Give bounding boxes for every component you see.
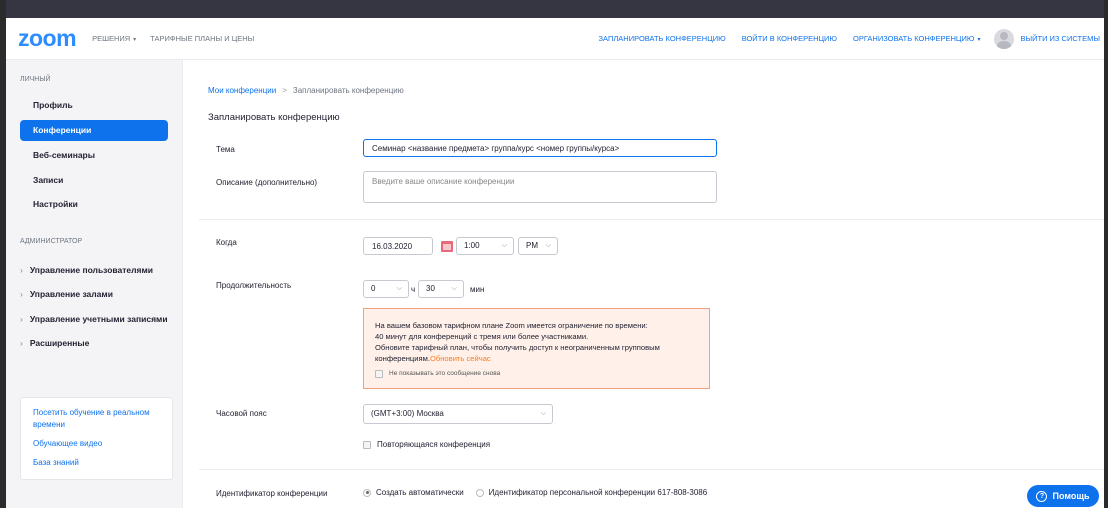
chevron-down-icon: ▾: [133, 37, 137, 43]
chevron-down-icon: ⌵: [451, 285, 457, 292]
meeting-id-auto-radio[interactable]: [363, 488, 371, 497]
nav-left-links: РЕШЕНИЯ ▾ ТАРИФНЫЕ ПЛАНЫ И ЦЕНЫ: [92, 34, 268, 43]
plan-limit-warning: На вашем базовом тарифном плане Zoom име…: [363, 308, 710, 389]
sidebar-item-settings[interactable]: Настройки: [20, 194, 168, 215]
warning-line-2: 40 минут для конференций с тремя или бол…: [375, 332, 589, 341]
chevron-down-icon: ⌵: [396, 285, 402, 292]
warning-line-1: На вашем базовом тарифном плане Zoom име…: [375, 321, 648, 330]
meeting-id-personal-label: Идентификатор персональной конференции 6…: [488, 488, 708, 497]
topic-label: Тема: [216, 145, 235, 154]
breadcrumb-my-meetings[interactable]: Мои конференции: [208, 86, 276, 95]
link-video-tutorials[interactable]: Обучающее видео: [33, 438, 160, 450]
nav-host-meeting-menu[interactable]: ОРГАНИЗОВАТЬ КОНФЕРЕНЦИЮ ▾: [853, 34, 980, 43]
meeting-id-personal-radio[interactable]: [475, 488, 484, 497]
section-divider: [199, 219, 1104, 220]
link-live-training[interactable]: Посетить обучение в реальном времени: [33, 407, 160, 431]
help-icon: ?: [1036, 490, 1048, 502]
meeting-id-options: Создать автоматически Идентификатор перс…: [363, 488, 707, 497]
sidebar-heading-personal: ЛИЧНЫЙ: [20, 76, 51, 83]
duration-hours-select[interactable]: 0 ⌵: [363, 280, 409, 298]
recurring-row: Повторяющаяся конференция: [363, 440, 490, 449]
nav-plans-pricing[interactable]: ТАРИФНЫЕ ПЛАНЫ И ЦЕНЫ: [150, 34, 254, 43]
breadcrumb: Мои конференции > Запланировать конференци…: [208, 86, 404, 95]
chevron-right-icon: ›: [20, 265, 23, 275]
chevron-down-icon: ⌵: [540, 410, 546, 417]
chevron-down-icon: ⌵: [501, 242, 507, 249]
help-label: Помощь: [1052, 491, 1090, 501]
dont-show-again-row: Не показывать это сообщение снова: [375, 368, 699, 379]
sidebar-item-meetings[interactable]: Конференции: [20, 120, 168, 141]
sidebar-item-advanced[interactable]: › Расширенные: [20, 338, 89, 348]
calendar-icon[interactable]: [441, 241, 453, 252]
sidebar-item-webinars[interactable]: Веб-семинары: [20, 145, 168, 166]
section-divider: [199, 469, 1104, 470]
duration-minutes-select[interactable]: 30 ⌵: [418, 280, 464, 298]
sidebar-item-user-management[interactable]: › Управление пользователями: [20, 265, 153, 275]
window-top-bar: [0, 0, 1108, 18]
sidebar-help-links: Посетить обучение в реальном времени Обу…: [20, 397, 173, 480]
sidebar: ЛИЧНЫЙ Профиль Конференции Веб-семинары …: [6, 60, 183, 508]
hours-unit: ч: [411, 285, 416, 294]
timezone-select[interactable]: (GMT+3:00) Москва ⌵: [363, 404, 553, 424]
avatar[interactable]: [994, 28, 1015, 49]
minutes-unit: мин: [470, 285, 485, 294]
timezone-label: Часовой пояс: [216, 409, 267, 418]
nav-schedule-meeting[interactable]: ЗАПЛАНИРОВАТЬ КОНФЕРЕНЦИЮ: [599, 34, 726, 43]
chevron-down-icon: ▾: [977, 37, 981, 43]
warning-line-3: Обновите тарифный план, чтобы получить д…: [375, 343, 660, 352]
help-button[interactable]: ? Помощь: [1027, 485, 1099, 507]
sidebar-item-account-management[interactable]: › Управление учетными записями: [20, 314, 168, 324]
main-content: Мои конференции > Запланировать конференци…: [183, 60, 1104, 508]
chevron-right-icon: ›: [20, 314, 23, 324]
sidebar-item-profile[interactable]: Профиль: [20, 95, 168, 116]
sidebar-heading-admin: АДМИНИСТРАТОР: [20, 238, 83, 245]
date-input[interactable]: [363, 237, 433, 255]
upgrade-now-link[interactable]: Обновить сейчас: [430, 354, 491, 363]
chevron-down-icon: ⌵: [545, 242, 551, 249]
sidebar-item-room-management[interactable]: › Управление залами: [20, 289, 113, 299]
nav-right-links: ЗАПЛАНИРОВАТЬ КОНФЕРЕНЦИЮ ВОЙТИ В КОНФЕР…: [583, 28, 1100, 49]
sidebar-item-recordings[interactable]: Записи: [20, 170, 168, 191]
meeting-id-auto-label: Создать автоматически: [376, 488, 464, 497]
top-navigation: zoom РЕШЕНИЯ ▾ ТАРИФНЫЕ ПЛАНЫ И ЦЕНЫ ЗАПЛ…: [6, 18, 1104, 60]
description-label: Описание (дополнительно): [216, 178, 318, 187]
dont-show-again-checkbox[interactable]: [375, 369, 383, 378]
nav-join-meeting[interactable]: ВОЙТИ В КОНФЕРЕНЦИЮ: [742, 34, 837, 43]
window-right-border: [1104, 0, 1108, 508]
chevron-right-icon: ›: [20, 289, 23, 299]
ampm-select[interactable]: PM ⌵: [518, 237, 558, 255]
duration-label: Продолжительность: [216, 281, 292, 290]
breadcrumb-current: Запланировать конференцию: [292, 86, 404, 95]
recurring-label: Повторяющаяся конференция: [377, 440, 491, 449]
link-knowledge-base[interactable]: База знаний: [33, 457, 160, 469]
dont-show-again-label: Не показывать это сообщение снова: [389, 370, 501, 377]
warning-line-4: конференциям.Обновить сейчас: [375, 354, 491, 363]
chevron-right-icon: ›: [20, 338, 23, 348]
when-label: Когда: [216, 238, 237, 247]
page-title: Запланировать конференцию: [208, 112, 340, 123]
description-textarea[interactable]: [363, 171, 717, 203]
zoom-logo[interactable]: zoom: [18, 25, 77, 52]
nav-sign-out[interactable]: ВЫЙТИ ИЗ СИСТЕМЫ: [1020, 34, 1100, 43]
recurring-checkbox[interactable]: [363, 440, 371, 449]
time-select[interactable]: 1:00 ⌵: [456, 237, 514, 255]
topic-input[interactable]: [363, 139, 717, 157]
breadcrumb-separator: >: [282, 86, 287, 95]
nav-solutions-menu[interactable]: РЕШЕНИЯ ▾: [92, 34, 136, 43]
meeting-id-label: Идентификатор конференции: [216, 489, 328, 498]
